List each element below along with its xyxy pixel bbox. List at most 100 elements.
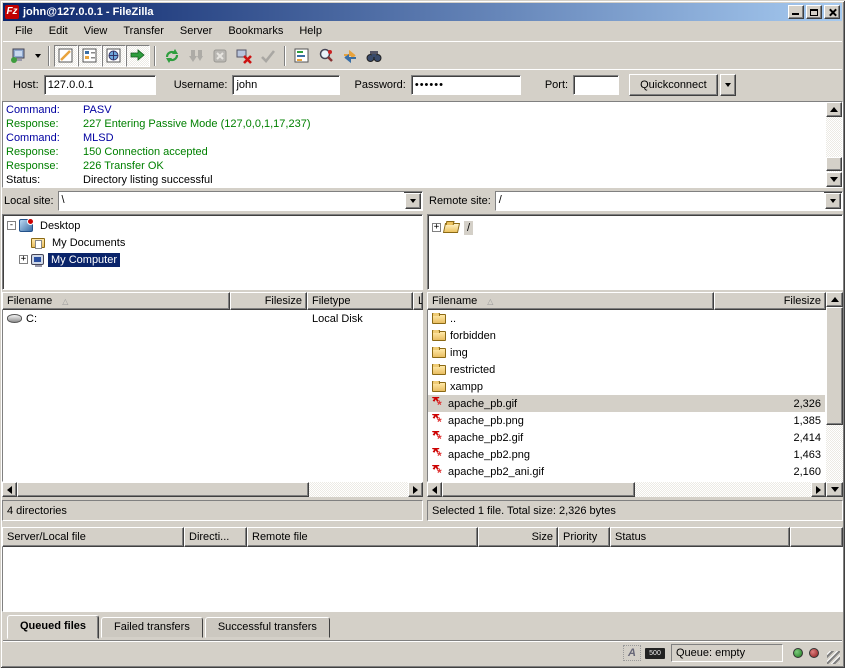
menu-file[interactable]: File <box>7 23 41 39</box>
password-label: Password: <box>354 79 405 91</box>
remote-file-row[interactable]: img <box>428 344 825 361</box>
column-filename[interactable]: Filename△ <box>2 292 230 310</box>
remote-file-row[interactable]: forbidden <box>428 327 825 344</box>
site-manager-dropdown[interactable] <box>31 45 44 67</box>
title-bar[interactable]: Fz john@127.0.0.1 - FileZilla <box>3 3 842 21</box>
column-filetype[interactable]: Filetype <box>307 292 413 310</box>
chevron-down-icon <box>35 54 41 58</box>
remote-horizontal-scrollbar[interactable] <box>427 482 826 497</box>
toggle-transfer-queue-icon[interactable] <box>126 45 150 67</box>
tab-failed-transfers[interactable]: Failed transfers <box>101 617 203 638</box>
tab-queued-files[interactable]: Queued files <box>7 615 99 639</box>
remote-file-row-selected[interactable]: apache_pb.gif 2,326 <box>428 395 825 412</box>
log-line: Response:150 Connection accepted <box>6 145 826 159</box>
folder-icon <box>432 382 446 392</box>
menu-view[interactable]: View <box>76 23 116 39</box>
toolbar <box>3 41 842 69</box>
remote-file-row[interactable]: apache_pb.png 1,385 <box>428 412 825 429</box>
resize-grip[interactable] <box>827 651 840 664</box>
column-size[interactable]: Size <box>478 527 558 547</box>
folder-icon <box>432 331 446 341</box>
remote-vertical-scrollbar[interactable] <box>826 292 843 497</box>
expand-icon[interactable]: + <box>432 223 441 232</box>
scrollbar-thumb[interactable] <box>826 157 842 171</box>
scroll-down-icon[interactable] <box>826 482 843 497</box>
message-log: Command:PASV Response:227 Entering Passi… <box>2 101 843 188</box>
collapse-icon[interactable]: - <box>7 221 16 230</box>
toggle-message-log-icon[interactable] <box>54 45 78 67</box>
column-status[interactable]: Status <box>610 527 790 547</box>
username-input[interactable]: john <box>232 75 340 95</box>
reconnect-icon[interactable] <box>256 45 280 67</box>
disconnect-icon[interactable] <box>232 45 256 67</box>
column-remote-file[interactable]: Remote file <box>247 527 478 547</box>
queue-list[interactable] <box>2 547 843 612</box>
scroll-up-icon[interactable] <box>826 292 843 307</box>
expand-icon[interactable]: + <box>19 255 28 264</box>
cancel-operation-icon[interactable] <box>208 45 232 67</box>
close-button[interactable] <box>824 5 840 19</box>
speed-limit-icon[interactable] <box>645 648 665 659</box>
remote-file-row[interactable]: apache_pb2.gif 2,414 <box>428 429 825 446</box>
column-filesize[interactable]: Filesize <box>230 292 307 310</box>
tree-item-desktop[interactable]: - Desktop <box>7 217 422 234</box>
maximize-button[interactable] <box>806 5 822 19</box>
queue-tabs: Queued files Failed transfers Successful… <box>3 613 842 638</box>
local-file-row[interactable]: C: Local Disk <box>3 310 422 327</box>
remote-file-row[interactable]: .. <box>428 310 825 327</box>
quickconnect-button[interactable]: Quickconnect <box>629 74 718 96</box>
scroll-right-icon[interactable] <box>811 482 826 497</box>
scroll-left-icon[interactable] <box>427 482 442 497</box>
toggle-local-tree-icon[interactable] <box>78 45 102 67</box>
column-server-local-file[interactable]: Server/Local file <box>2 527 184 547</box>
chevron-down-icon[interactable] <box>825 193 841 209</box>
transfer-type-icon[interactable] <box>623 645 641 661</box>
menu-bookmarks[interactable]: Bookmarks <box>220 23 291 39</box>
menu-transfer[interactable]: Transfer <box>115 23 172 39</box>
scroll-left-icon[interactable] <box>2 482 17 497</box>
menu-server[interactable]: Server <box>172 23 220 39</box>
find-files-icon[interactable] <box>362 45 386 67</box>
column-last-modified[interactable]: L <box>413 292 423 310</box>
menu-bar: File Edit View Transfer Server Bookmarks… <box>3 21 842 41</box>
scrollbar-thumb[interactable] <box>17 482 309 497</box>
local-status-bar: 4 directories <box>2 500 423 521</box>
remote-site-row: Remote site: / <box>427 190 843 212</box>
compare-directories-icon[interactable] <box>314 45 338 67</box>
tab-successful-transfers[interactable]: Successful transfers <box>205 617 330 638</box>
remote-file-row[interactable]: restricted <box>428 361 825 378</box>
port-input[interactable] <box>573 75 619 95</box>
menu-edit[interactable]: Edit <box>41 23 76 39</box>
local-site-combobox[interactable]: \ <box>58 191 423 211</box>
password-input[interactable]: •••••• <box>411 75 521 95</box>
minimize-button[interactable] <box>788 5 804 19</box>
toggle-remote-tree-icon[interactable] <box>102 45 126 67</box>
scroll-down-icon[interactable] <box>826 172 842 187</box>
process-queue-icon[interactable] <box>184 45 208 67</box>
column-filename[interactable]: Filename△ <box>427 292 714 310</box>
column-direction[interactable]: Directi... <box>184 527 247 547</box>
menu-help[interactable]: Help <box>291 23 330 39</box>
tree-item-root[interactable]: + / <box>432 219 842 236</box>
remote-file-row[interactable]: apache_pb2_ani.gif 2,160 <box>428 463 825 480</box>
directory-filters-icon[interactable] <box>290 45 314 67</box>
scrollbar-thumb[interactable] <box>442 482 635 497</box>
site-manager-icon[interactable] <box>7 45 31 67</box>
remote-file-row[interactable]: xampp <box>428 378 825 395</box>
scroll-up-icon[interactable] <box>826 102 842 117</box>
tree-item-my-documents[interactable]: My Documents <box>7 234 422 251</box>
column-priority[interactable]: Priority <box>558 527 610 547</box>
scrollbar-thumb[interactable] <box>826 307 843 425</box>
quickconnect-dropdown[interactable] <box>720 74 736 96</box>
remote-file-row[interactable]: apache_pb2.png 1,463 <box>428 446 825 463</box>
remote-site-combobox[interactable]: / <box>495 191 843 211</box>
chevron-down-icon[interactable] <box>405 193 421 209</box>
host-input[interactable]: 127.0.0.1 <box>44 75 156 95</box>
refresh-icon[interactable] <box>160 45 184 67</box>
log-scrollbar[interactable] <box>826 102 842 187</box>
column-filesize[interactable]: Filesize <box>714 292 826 310</box>
synchronized-browsing-icon[interactable] <box>338 45 362 67</box>
local-horizontal-scrollbar[interactable] <box>2 482 423 497</box>
scroll-right-icon[interactable] <box>408 482 423 497</box>
tree-item-my-computer[interactable]: + My Computer <box>7 251 422 268</box>
